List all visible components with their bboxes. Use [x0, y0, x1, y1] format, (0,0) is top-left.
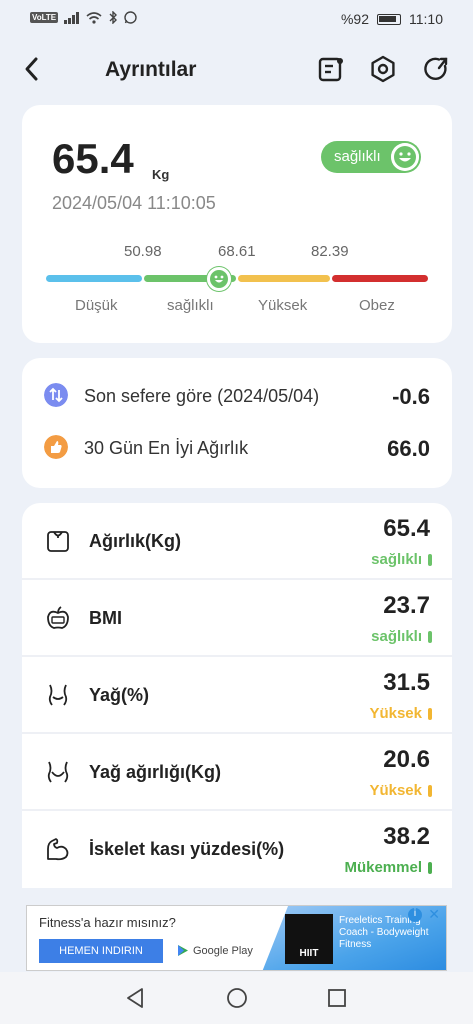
- share-icon[interactable]: [421, 54, 451, 84]
- body-fat-icon: [48, 684, 68, 706]
- metric-label: Ağırlık(Kg): [89, 531, 181, 551]
- comparison-row-last[interactable]: Son sefere göre (2024/05/04) -0.6: [44, 381, 430, 411]
- metric-status: Yüksek: [369, 705, 422, 722]
- wifi-icon: [86, 11, 102, 24]
- comparison-row-best[interactable]: 30 Gün En İyi Ağırlık 66.0: [44, 433, 430, 463]
- metric-value: 23.7: [383, 592, 430, 619]
- app-bar: Ayrıntılar: [0, 40, 473, 100]
- weight-unit: Kg: [152, 167, 170, 182]
- page-title: Ayrıntılar: [105, 58, 197, 81]
- system-nav-bar: [0, 972, 473, 1024]
- threshold-low: 50.98: [124, 243, 162, 260]
- compare-arrows-icon: [44, 383, 68, 407]
- weight-summary-card: 65.4 Kg 2024/05/04 11:10:05 sağlıklı 50.…: [22, 105, 452, 343]
- metric-row-bmi[interactable]: BMI 23.7 sağlıklı: [22, 580, 452, 657]
- range-bar-obese: [332, 275, 428, 282]
- metric-status: sağlıklı: [371, 628, 422, 645]
- range-bar-low: [46, 275, 142, 282]
- range-label-obese: Obez: [359, 297, 395, 314]
- comparison-label: Son sefere göre (2024/05/04): [84, 386, 320, 406]
- status-badge: sağlıklı: [321, 141, 421, 173]
- status-indicator: [428, 862, 432, 874]
- google-play-label: Google Play: [193, 944, 253, 957]
- whatsapp-icon: [124, 11, 137, 24]
- google-play-icon: [178, 945, 188, 956]
- ad-app-logo-text: HIIT: [299, 948, 319, 959]
- metric-row-weight[interactable]: Ağırlık(Kg) 65.4 sağlıklı: [22, 503, 452, 580]
- notes-icon[interactable]: [316, 54, 346, 84]
- measurement-datetime: 2024/05/04 11:10:05: [52, 193, 216, 213]
- back-arrow-icon[interactable]: [18, 54, 48, 84]
- comparison-value: -0.6: [392, 384, 430, 409]
- metric-label: Yağ(%): [89, 685, 150, 705]
- threshold-high: 82.39: [311, 243, 349, 260]
- ad-close-icon[interactable]: ✕: [428, 906, 440, 923]
- signal-icon: [64, 11, 80, 24]
- ad-app-logo: HIIT: [285, 914, 333, 964]
- volte-icon: VoLTE: [30, 12, 59, 23]
- battery-icon: [377, 13, 401, 25]
- metric-value: 31.5: [383, 669, 430, 696]
- ad-install-button[interactable]: HEMEN INDIRIN: [39, 939, 163, 963]
- metric-status: Mükemmel: [344, 859, 422, 876]
- comparison-label: 30 Gün En İyi Ağırlık: [84, 438, 249, 458]
- range-bar-high: [238, 275, 330, 282]
- ad-banner[interactable]: Fitness'a hazır mısınız? HEMEN INDIRIN G…: [26, 905, 447, 971]
- range-label-low: Düşük: [75, 297, 118, 314]
- metric-label: BMI: [89, 608, 122, 628]
- status-badge-label: sağlıklı: [334, 148, 381, 165]
- metrics-list: Ağırlık(Kg) 65.4 sağlıklı BMI 23.7 sağlı…: [22, 503, 452, 888]
- muscle-icon: [47, 838, 69, 861]
- status-indicator: [428, 708, 432, 720]
- comparison-card: Son sefere göre (2024/05/04) -0.6 30 Gün…: [22, 358, 452, 488]
- thumbs-up-icon: [44, 435, 68, 459]
- metric-label: Yağ ağırlığı(Kg): [89, 762, 222, 782]
- nav-recents-icon[interactable]: [325, 986, 349, 1010]
- metric-row-fat[interactable]: Yağ(%) 31.5 Yüksek: [22, 657, 452, 734]
- clock: 11:10: [409, 11, 443, 27]
- apple-icon: [47, 606, 69, 629]
- nav-back-icon[interactable]: [124, 986, 148, 1010]
- fat-weight-icon: [47, 761, 69, 783]
- metric-row-muscle[interactable]: İskelet kası yüzdesi(%) 38.2 Mükemmel: [22, 811, 452, 888]
- metric-value: 20.6: [383, 746, 430, 773]
- weight-marker-icon: [207, 267, 231, 291]
- metric-value: 38.2: [383, 823, 430, 850]
- range-label-healthy: sağlıklı: [167, 297, 214, 314]
- range-label-high: Yüksek: [258, 297, 308, 314]
- status-indicator: [428, 631, 432, 643]
- status-bar: VoLTE %92 11:10: [0, 0, 473, 40]
- threshold-mid: 68.61: [218, 243, 256, 260]
- metric-label: İskelet kası yüzdesi(%): [89, 839, 285, 859]
- settings-hexagon-icon[interactable]: [368, 54, 398, 84]
- weight-value: 65.4: [52, 135, 134, 182]
- scale-icon: [47, 531, 69, 552]
- metric-status: sağlıklı: [371, 551, 422, 568]
- smiley-icon: [391, 143, 419, 171]
- comparison-value: 66.0: [387, 436, 430, 461]
- status-indicator: [428, 554, 432, 566]
- google-play-badge[interactable]: Google Play: [177, 944, 253, 957]
- battery-percent: %92: [340, 11, 369, 27]
- status-indicator: [428, 785, 432, 797]
- nav-home-icon[interactable]: [225, 986, 249, 1010]
- metric-row-fat-weight[interactable]: Yağ ağırlığı(Kg) 20.6 Yüksek: [22, 734, 452, 811]
- ad-question: Fitness'a hazır mısınız?: [39, 915, 176, 930]
- metric-value: 65.4: [383, 515, 430, 542]
- metric-status: Yüksek: [369, 782, 422, 799]
- bluetooth-icon: [109, 11, 118, 24]
- ad-info-icon[interactable]: i: [408, 908, 422, 922]
